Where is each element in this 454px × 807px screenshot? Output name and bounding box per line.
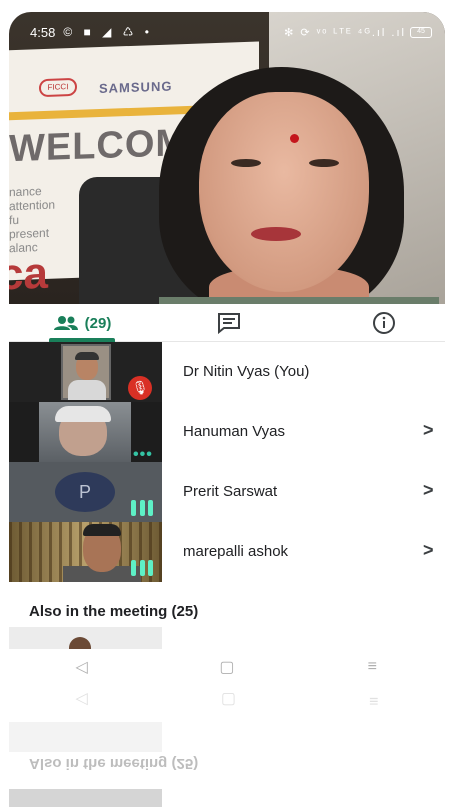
more-dots-icon: ••• [133, 446, 153, 462]
participant-row[interactable]: 🎙 Dr Nitin Vyas (You) [9, 342, 445, 402]
mic-off-icon: 🎙 [128, 376, 152, 400]
banner-big-text: ca [9, 248, 48, 300]
main-video-feed[interactable]: FICCI SAMSUNG WELCOM nance attention fu … [9, 12, 445, 304]
participant-name: Dr Nitin Vyas (You) [183, 363, 310, 380]
ficci-logo: FICCI [39, 77, 77, 98]
participant-tile: ••• [9, 402, 162, 462]
status-bar: 4:58 © ■ ◢ ♺ • ✻ ⟳ ᵛᵒ ᴸᵀᴱ ⁴ᴳ.ıl .ıl 45 [22, 22, 432, 42]
speaker-mouth [251, 227, 301, 241]
speaker-face [199, 92, 369, 292]
samsung-logo: SAMSUNG [99, 78, 173, 97]
system-status-icons: ✻ ⟳ ᵛᵒ ᴸᵀᴱ ⁴ᴳ.ıl .ıl [284, 26, 406, 39]
phone-screen: FICCI SAMSUNG WELCOM nance attention fu … [0, 0, 454, 807]
banner-side-words: nance attention fu present alanc [9, 184, 56, 256]
participant-name: Hanuman Vyas [183, 423, 285, 440]
people-icon [53, 316, 78, 330]
meeting-tabs: (29) [9, 304, 445, 342]
thumb-hair [55, 406, 111, 422]
tab-info[interactable] [359, 304, 409, 342]
participant-video [39, 402, 131, 462]
also-in-meeting-heading: Also in the meeting (25) [29, 603, 199, 620]
reflection-nav: ◁ ▢ ≡ [9, 684, 445, 717]
reflection-back-icon: ◁ [75, 691, 88, 708]
participant-row[interactable]: P Prerit Sarswat > [9, 462, 445, 522]
recents-icon[interactable]: ≡ [357, 658, 387, 676]
participant-tile: 🎙 [9, 342, 162, 402]
info-icon [373, 312, 395, 334]
system-nav-bar: ◁ ▢ ≡ [9, 650, 445, 684]
reflection-tile [9, 722, 162, 752]
home-icon[interactable]: ▢ [212, 657, 242, 677]
participant-row[interactable]: marepalli ashok > [9, 522, 445, 582]
chevron-right-icon[interactable]: > [423, 480, 434, 501]
participant-tile: P [9, 462, 162, 522]
speaker-shirt [159, 297, 439, 304]
thumb-head [69, 637, 91, 649]
participant-tile[interactable] [9, 627, 162, 649]
thumb-body [68, 380, 106, 400]
participant-tile [9, 522, 162, 582]
thumb-hair [83, 524, 121, 536]
chevron-right-icon[interactable]: > [423, 420, 434, 441]
chevron-right-icon[interactable]: > [423, 540, 434, 561]
audio-level-icon [131, 560, 153, 578]
status-time: 4:58 [30, 24, 56, 40]
notification-icons: © ■ ◢ ♺ • [63, 25, 153, 39]
reflection-tile [9, 789, 162, 807]
screen-reflection: Also in the meeting (25) ◁ ▢ ≡ [9, 684, 445, 807]
people-count: (29) [84, 314, 112, 332]
avatar: P [55, 472, 115, 512]
speaker-right-eye [309, 159, 339, 167]
chat-icon [218, 313, 240, 334]
participant-name: Prerit Sarswat [183, 483, 278, 500]
thumb-hair [75, 352, 99, 360]
speaker-bindi [290, 134, 299, 143]
battery-icon: 45 [410, 26, 432, 38]
tab-people[interactable]: (29) [37, 304, 127, 342]
participant-name: marepalli ashok [183, 543, 289, 560]
reflection-recents-icon: ≡ [369, 692, 379, 709]
reflection-heading: Also in the meeting (25) [29, 755, 199, 772]
participant-row[interactable]: ••• Hanuman Vyas > [9, 402, 445, 462]
audio-level-icon [131, 500, 153, 518]
back-icon[interactable]: ◁ [67, 657, 97, 677]
participant-camera-thumb [61, 344, 111, 400]
reflection-home-icon: ▢ [220, 691, 237, 708]
tab-chat[interactable] [204, 304, 254, 342]
speaker-left-eye [231, 159, 261, 167]
